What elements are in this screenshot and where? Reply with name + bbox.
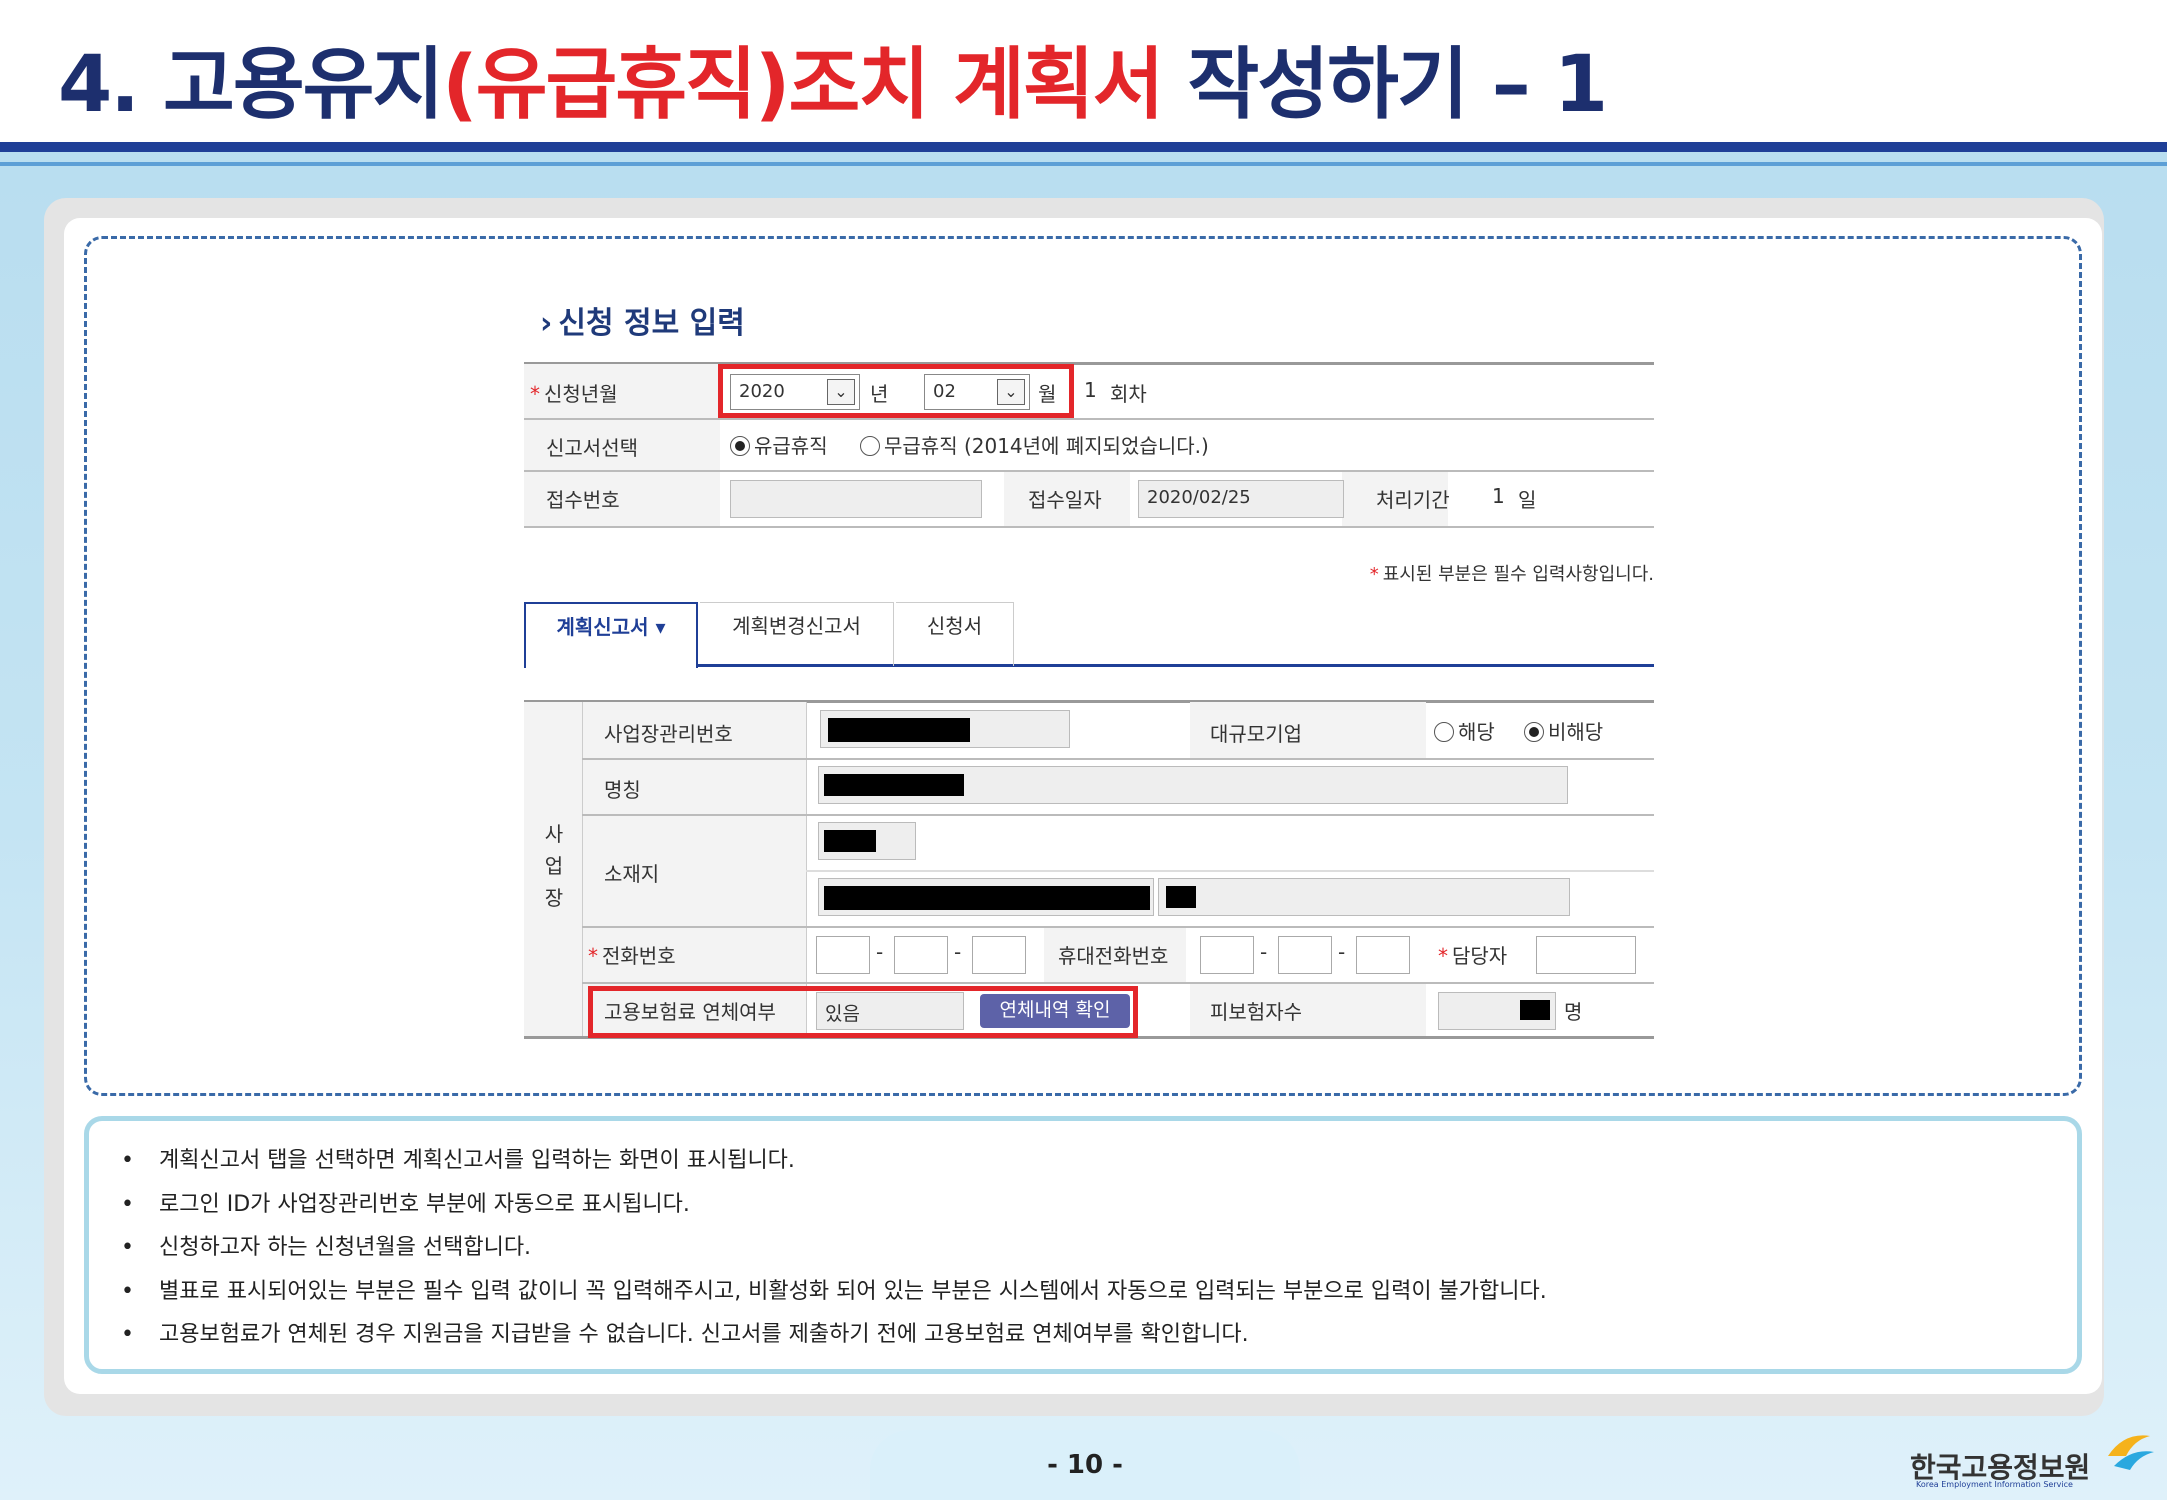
phone-input-2[interactable] — [894, 936, 948, 974]
note-item: 로그인 ID가 사업장관리번호 부분에 자동으로 표시됩니다. — [119, 1183, 2047, 1227]
insured-unit: 명 — [1564, 1000, 1583, 1024]
address-label: 소재지 — [604, 862, 660, 886]
manager-label: * 담당자 — [1438, 944, 1508, 968]
month-value: 02 — [933, 381, 956, 402]
overdue-value: 있음 — [816, 992, 964, 1030]
note-item: 별표로 표시되어있는 부분은 필수 입력 값이니 꼭 입력해주시고, 비활성화 … — [119, 1270, 2047, 1314]
biz-no-label: 사업장관리번호 — [604, 722, 733, 746]
dash: - — [1260, 940, 1268, 964]
chevron-down-icon: ⌄ — [827, 379, 855, 405]
radio-unchecked-icon — [860, 436, 880, 456]
note-item: 고용보험료가 연체된 경우 지원금을 지급받을 수 없습니다. 신고서를 제출하… — [119, 1313, 2047, 1357]
report-type-label: 신고서선택 — [546, 436, 638, 460]
dash: - — [876, 940, 884, 964]
application-form: › 신청 정보 입력 * 신청년월 2020 ⌄ 년 02 ⌄ 월 1 회차 신고서선택… — [524, 298, 1654, 1039]
receipt-date-input: 2020/02/25 — [1138, 480, 1344, 518]
row-divider — [582, 982, 1654, 984]
redacted-block — [828, 718, 970, 742]
section-title-text: 신청 정보 입력 — [558, 306, 745, 341]
tab-application[interactable]: 신청서 — [896, 602, 1014, 666]
row-divider — [806, 870, 1654, 872]
apply-ym-label: * 신청년월 — [530, 382, 618, 406]
manager-input[interactable] — [1536, 936, 1636, 974]
redacted-block — [1166, 886, 1196, 908]
redacted-block — [1520, 1000, 1550, 1020]
phone-input-3[interactable] — [972, 936, 1026, 974]
row-divider — [582, 814, 1654, 816]
slide-title: 4. 고용유지(유급휴직)조치 계획서 작성하기 – 1 — [58, 40, 1609, 130]
header-accent-line — [0, 162, 2167, 166]
mobile-label: 휴대전화번호 — [1058, 944, 1169, 968]
footer-tab: - 10 - — [870, 1430, 1300, 1500]
overdue-check-button[interactable]: 연체내역 확인 — [980, 994, 1130, 1028]
row-divider — [582, 758, 1654, 760]
notes-box: 계획신고서 탭을 선택하면 계획신고서를 입력하는 화면이 표시됩니다. 로그인… — [84, 1116, 2082, 1374]
phone-input-1[interactable] — [816, 936, 870, 974]
large-corp-label: 대규모기업 — [1210, 722, 1302, 746]
title-part2: (유급휴직)조치 계획서 — [442, 40, 1164, 130]
phone-label: * 전화번호 — [588, 944, 676, 968]
radio-checked-icon — [1524, 722, 1544, 742]
chevron-right-icon: › — [540, 306, 553, 341]
name-label: 명칭 — [604, 778, 641, 802]
mobile-input-2[interactable] — [1278, 936, 1332, 974]
receipt-no-label: 접수번호 — [546, 488, 620, 512]
title-part3: 작성하기 – 1 — [1162, 40, 1609, 130]
chevron-down-icon: ⌄ — [997, 379, 1025, 405]
section-title: › 신청 정보 입력 — [540, 298, 745, 342]
round-count: 1 — [1084, 378, 1097, 402]
page-number: - 10 - — [1047, 1450, 1123, 1480]
note-item: 신청하고자 하는 신청년월을 선택합니다. — [119, 1226, 2047, 1270]
report-type-paid-radio[interactable]: 유급휴직 — [730, 430, 828, 459]
process-period-label: 처리기간 — [1376, 488, 1450, 512]
year-value: 2020 — [739, 381, 785, 402]
process-period-unit: 일 — [1518, 488, 1537, 512]
row-divider — [524, 526, 1654, 528]
dash: - — [1338, 940, 1346, 964]
note-item: 계획신고서 탭을 선택하면 계획신고서를 입력하는 화면이 표시됩니다. — [119, 1139, 2047, 1183]
required-note: * 표시된 부분은 필수 입력사항입니다. — [1369, 564, 1654, 585]
month-unit: 월 — [1038, 382, 1057, 406]
logo-subtext: Korea Employment Information Service — [1916, 1480, 2073, 1489]
receipt-no-input — [730, 480, 982, 518]
round-unit: 회차 — [1110, 382, 1147, 406]
large-corp-yes-radio[interactable]: 해당 — [1434, 716, 1495, 745]
logo-swoosh-icon — [2108, 1435, 2154, 1470]
year-unit: 년 — [870, 382, 889, 406]
radio-checked-icon — [730, 436, 750, 456]
mobile-input-3[interactable] — [1356, 936, 1410, 974]
receipt-date-label: 접수일자 — [1028, 488, 1102, 512]
process-period-value: 1 — [1492, 484, 1505, 508]
redacted-block — [824, 774, 964, 796]
overdue-label: 고용보험료 연체여부 — [604, 1000, 776, 1024]
radio-unchecked-icon — [1434, 722, 1454, 742]
row-divider — [582, 926, 1654, 928]
address-detail-input — [1158, 878, 1570, 916]
report-type-unpaid-radio[interactable]: 무급휴직 (2014년에 폐지되었습니다.) — [860, 430, 1209, 459]
dash: - — [954, 940, 962, 964]
tab-plan-change-report[interactable]: 계획변경신고서 — [700, 602, 894, 666]
large-corp-no-radio[interactable]: 비해당 — [1524, 716, 1603, 745]
redacted-block — [824, 830, 876, 852]
redacted-block — [824, 886, 1150, 910]
insured-label: 피보험자수 — [1210, 1000, 1302, 1024]
title-part1: 4. 고용유지 — [58, 40, 444, 130]
organization-logo: 한국고용정보원 Korea Employment Information Ser… — [1910, 1435, 2154, 1496]
slide-header: 4. 고용유지(유급휴직)조치 계획서 작성하기 – 1 — [0, 0, 2167, 152]
tab-plan-report[interactable]: 계획신고서 ▾ — [524, 602, 698, 668]
year-select[interactable]: 2020 ⌄ — [730, 374, 860, 410]
month-select[interactable]: 02 ⌄ — [924, 374, 1030, 410]
workplace-group-label: 사업장 — [544, 822, 564, 910]
mobile-input-1[interactable] — [1200, 936, 1254, 974]
col-divider — [582, 702, 583, 1036]
